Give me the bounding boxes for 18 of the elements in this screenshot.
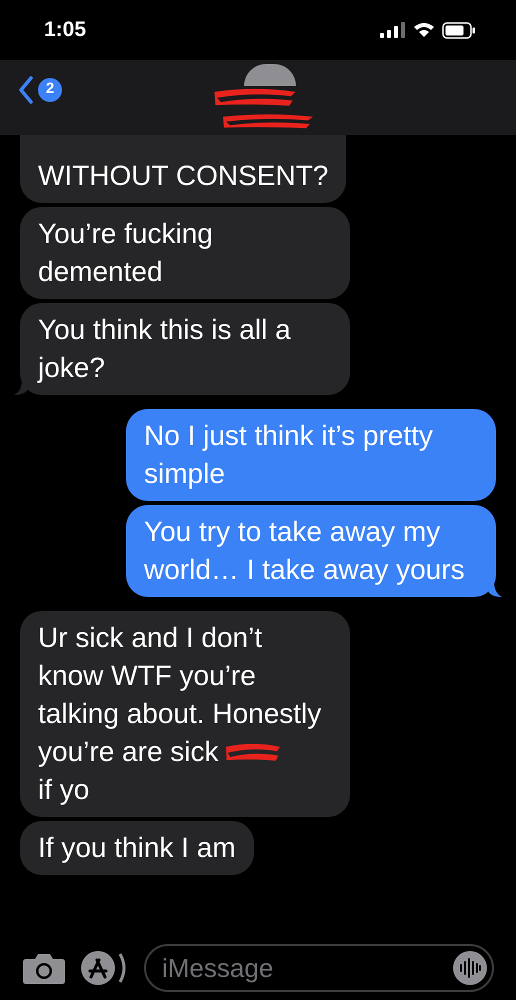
message-input-field[interactable]: iMessage <box>144 944 494 992</box>
wifi-icon <box>413 22 435 38</box>
message-text: WITHOUT CONSENT? <box>38 160 328 191</box>
message-text: you’re are sick <box>38 735 219 769</box>
message-text: No I just think it’s pretty simple <box>144 420 433 489</box>
camera-icon[interactable] <box>22 951 66 985</box>
message-text: if yo <box>38 773 90 807</box>
battery-icon <box>442 22 476 38</box>
message-text: You’re fucking demented <box>38 218 213 287</box>
message-text: If you think I am <box>38 832 236 863</box>
message-text: You think this is all a joke? <box>38 314 291 383</box>
contact-avatar[interactable] <box>244 64 296 86</box>
back-chevron-icon[interactable] <box>18 76 34 104</box>
message-text: You try to take away my world… I take away yours <box>144 516 465 585</box>
signal-icon <box>380 22 406 38</box>
status-time: 1:05 <box>43 17 86 44</box>
unread-badge: 2 <box>38 78 62 102</box>
audio-wave-icon[interactable] <box>452 950 488 986</box>
